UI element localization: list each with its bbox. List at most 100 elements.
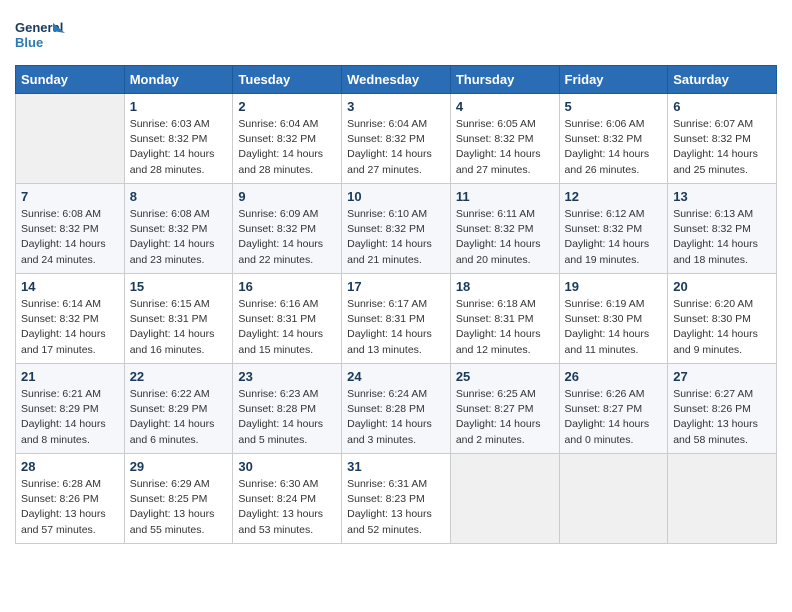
day-cell: 11Sunrise: 6:11 AM Sunset: 8:32 PM Dayli… bbox=[450, 184, 559, 274]
day-info: Sunrise: 6:18 AM Sunset: 8:31 PM Dayligh… bbox=[456, 297, 554, 358]
day-number: 22 bbox=[130, 369, 228, 384]
day-info: Sunrise: 6:03 AM Sunset: 8:32 PM Dayligh… bbox=[130, 117, 228, 178]
day-info: Sunrise: 6:04 AM Sunset: 8:32 PM Dayligh… bbox=[347, 117, 445, 178]
day-info: Sunrise: 6:23 AM Sunset: 8:28 PM Dayligh… bbox=[238, 387, 336, 448]
day-info: Sunrise: 6:19 AM Sunset: 8:30 PM Dayligh… bbox=[565, 297, 663, 358]
day-cell: 30 Sunrise: 6:30 AM Sunset: 8:24 PM Dayli… bbox=[233, 454, 342, 544]
header-saturday: Saturday bbox=[668, 66, 777, 94]
week-row-4: 28 Sunrise: 6:28 AM Sunset: 8:26 PM Dayli… bbox=[16, 454, 777, 544]
logo-svg: GeneralBlue bbox=[15, 15, 67, 55]
day-cell: 20 Sunrise: 6:20 AM Sunset: 8:30 PM Dayli… bbox=[668, 274, 777, 364]
logo: GeneralBlue bbox=[15, 15, 67, 55]
day-number: 27 bbox=[673, 369, 771, 384]
day-info: Sunrise: 6:26 AM Sunset: 8:27 PM Dayligh… bbox=[565, 387, 663, 448]
day-cell: 5 Sunrise: 6:06 AM Sunset: 8:32 PM Daylig… bbox=[559, 94, 668, 184]
day-info: Sunrise: 6:04 AM Sunset: 8:32 PM Dayligh… bbox=[238, 117, 336, 178]
day-info: Sunrise: 6:24 AM Sunset: 8:28 PM Dayligh… bbox=[347, 387, 445, 448]
day-cell: 3Sunrise: 6:04 AM Sunset: 8:32 PM Daylig… bbox=[342, 94, 451, 184]
day-cell bbox=[668, 454, 777, 544]
day-info: Sunrise: 6:25 AM Sunset: 8:27 PM Dayligh… bbox=[456, 387, 554, 448]
day-cell: 1 Sunrise: 6:03 AM Sunset: 8:32 PM Daylig… bbox=[124, 94, 233, 184]
day-info: Sunrise: 6:06 AM Sunset: 8:32 PM Dayligh… bbox=[565, 117, 663, 178]
day-cell: 22Sunrise: 6:22 AM Sunset: 8:29 PM Dayli… bbox=[124, 364, 233, 454]
day-number: 15 bbox=[130, 279, 228, 294]
header-sunday: Sunday bbox=[16, 66, 125, 94]
day-number: 11 bbox=[456, 189, 554, 204]
day-info: Sunrise: 6:08 AM Sunset: 8:32 PM Dayligh… bbox=[21, 207, 119, 268]
day-cell: 26 Sunrise: 6:26 AM Sunset: 8:27 PM Dayli… bbox=[559, 364, 668, 454]
day-cell: 8 Sunrise: 6:08 AM Sunset: 8:32 PM Daylig… bbox=[124, 184, 233, 274]
day-cell: 7 Sunrise: 6:08 AM Sunset: 8:32 PM Daylig… bbox=[16, 184, 125, 274]
day-cell: 29 Sunrise: 6:29 AM Sunset: 8:25 PM Dayli… bbox=[124, 454, 233, 544]
day-number: 26 bbox=[565, 369, 663, 384]
day-info: Sunrise: 6:10 AM Sunset: 8:32 PM Dayligh… bbox=[347, 207, 445, 268]
week-row-0: 1 Sunrise: 6:03 AM Sunset: 8:32 PM Daylig… bbox=[16, 94, 777, 184]
day-cell: 31 Sunrise: 6:31 AM Sunset: 8:23 PM Dayli… bbox=[342, 454, 451, 544]
day-number: 24 bbox=[347, 369, 445, 384]
day-number: 19 bbox=[565, 279, 663, 294]
day-info: Sunrise: 6:27 AM Sunset: 8:26 PM Dayligh… bbox=[673, 387, 771, 448]
day-number: 12 bbox=[565, 189, 663, 204]
day-number: 18 bbox=[456, 279, 554, 294]
day-info: Sunrise: 6:13 AM Sunset: 8:32 PM Dayligh… bbox=[673, 207, 771, 268]
day-number: 31 bbox=[347, 459, 445, 474]
day-number: 25 bbox=[456, 369, 554, 384]
day-info: Sunrise: 6:28 AM Sunset: 8:26 PM Dayligh… bbox=[21, 477, 119, 538]
day-cell: 15 Sunrise: 6:15 AM Sunset: 8:31 PM Dayli… bbox=[124, 274, 233, 364]
day-cell: 16Sunrise: 6:16 AM Sunset: 8:31 PM Dayli… bbox=[233, 274, 342, 364]
header: GeneralBlue bbox=[15, 15, 777, 55]
day-cell bbox=[559, 454, 668, 544]
day-info: Sunrise: 6:31 AM Sunset: 8:23 PM Dayligh… bbox=[347, 477, 445, 538]
calendar-table: SundayMondayTuesdayWednesdayThursdayFrid… bbox=[15, 65, 777, 544]
day-number: 30 bbox=[238, 459, 336, 474]
day-number: 4 bbox=[456, 99, 554, 114]
day-cell: 10 Sunrise: 6:10 AM Sunset: 8:32 PM Dayli… bbox=[342, 184, 451, 274]
header-monday: Monday bbox=[124, 66, 233, 94]
day-cell: 2Sunrise: 6:04 AM Sunset: 8:32 PM Daylig… bbox=[233, 94, 342, 184]
day-cell: 28 Sunrise: 6:28 AM Sunset: 8:26 PM Dayli… bbox=[16, 454, 125, 544]
day-number: 29 bbox=[130, 459, 228, 474]
header-friday: Friday bbox=[559, 66, 668, 94]
day-cell bbox=[16, 94, 125, 184]
day-info: Sunrise: 6:30 AM Sunset: 8:24 PM Dayligh… bbox=[238, 477, 336, 538]
day-info: Sunrise: 6:21 AM Sunset: 8:29 PM Dayligh… bbox=[21, 387, 119, 448]
day-number: 9 bbox=[238, 189, 336, 204]
day-cell: 23 Sunrise: 6:23 AM Sunset: 8:28 PM Dayli… bbox=[233, 364, 342, 454]
calendar-header-row: SundayMondayTuesdayWednesdayThursdayFrid… bbox=[16, 66, 777, 94]
day-number: 20 bbox=[673, 279, 771, 294]
day-cell: 17Sunrise: 6:17 AM Sunset: 8:31 PM Dayli… bbox=[342, 274, 451, 364]
day-info: Sunrise: 6:15 AM Sunset: 8:31 PM Dayligh… bbox=[130, 297, 228, 358]
day-number: 17 bbox=[347, 279, 445, 294]
header-thursday: Thursday bbox=[450, 66, 559, 94]
day-cell: 13Sunrise: 6:13 AM Sunset: 8:32 PM Dayli… bbox=[668, 184, 777, 274]
day-cell: 6 Sunrise: 6:07 AM Sunset: 8:32 PM Daylig… bbox=[668, 94, 777, 184]
day-info: Sunrise: 6:29 AM Sunset: 8:25 PM Dayligh… bbox=[130, 477, 228, 538]
day-info: Sunrise: 6:05 AM Sunset: 8:32 PM Dayligh… bbox=[456, 117, 554, 178]
day-info: Sunrise: 6:20 AM Sunset: 8:30 PM Dayligh… bbox=[673, 297, 771, 358]
week-row-3: 21Sunrise: 6:21 AM Sunset: 8:29 PM Dayli… bbox=[16, 364, 777, 454]
day-info: Sunrise: 6:14 AM Sunset: 8:32 PM Dayligh… bbox=[21, 297, 119, 358]
day-cell: 21Sunrise: 6:21 AM Sunset: 8:29 PM Dayli… bbox=[16, 364, 125, 454]
day-cell: 14Sunrise: 6:14 AM Sunset: 8:32 PM Dayli… bbox=[16, 274, 125, 364]
day-number: 10 bbox=[347, 189, 445, 204]
day-cell: 19 Sunrise: 6:19 AM Sunset: 8:30 PM Dayli… bbox=[559, 274, 668, 364]
day-cell: 12 Sunrise: 6:12 AM Sunset: 8:32 PM Dayli… bbox=[559, 184, 668, 274]
day-number: 23 bbox=[238, 369, 336, 384]
day-number: 6 bbox=[673, 99, 771, 114]
day-info: Sunrise: 6:09 AM Sunset: 8:32 PM Dayligh… bbox=[238, 207, 336, 268]
day-cell: 25 Sunrise: 6:25 AM Sunset: 8:27 PM Dayli… bbox=[450, 364, 559, 454]
day-info: Sunrise: 6:07 AM Sunset: 8:32 PM Dayligh… bbox=[673, 117, 771, 178]
day-info: Sunrise: 6:08 AM Sunset: 8:32 PM Dayligh… bbox=[130, 207, 228, 268]
day-cell: 9 Sunrise: 6:09 AM Sunset: 8:32 PM Daylig… bbox=[233, 184, 342, 274]
day-number: 8 bbox=[130, 189, 228, 204]
day-info: Sunrise: 6:12 AM Sunset: 8:32 PM Dayligh… bbox=[565, 207, 663, 268]
day-number: 7 bbox=[21, 189, 119, 204]
day-cell: 18 Sunrise: 6:18 AM Sunset: 8:31 PM Dayli… bbox=[450, 274, 559, 364]
day-number: 28 bbox=[21, 459, 119, 474]
day-cell bbox=[450, 454, 559, 544]
day-number: 5 bbox=[565, 99, 663, 114]
day-cell: 4 Sunrise: 6:05 AM Sunset: 8:32 PM Daylig… bbox=[450, 94, 559, 184]
week-row-1: 7 Sunrise: 6:08 AM Sunset: 8:32 PM Daylig… bbox=[16, 184, 777, 274]
day-cell: 27 Sunrise: 6:27 AM Sunset: 8:26 PM Dayli… bbox=[668, 364, 777, 454]
day-number: 1 bbox=[130, 99, 228, 114]
